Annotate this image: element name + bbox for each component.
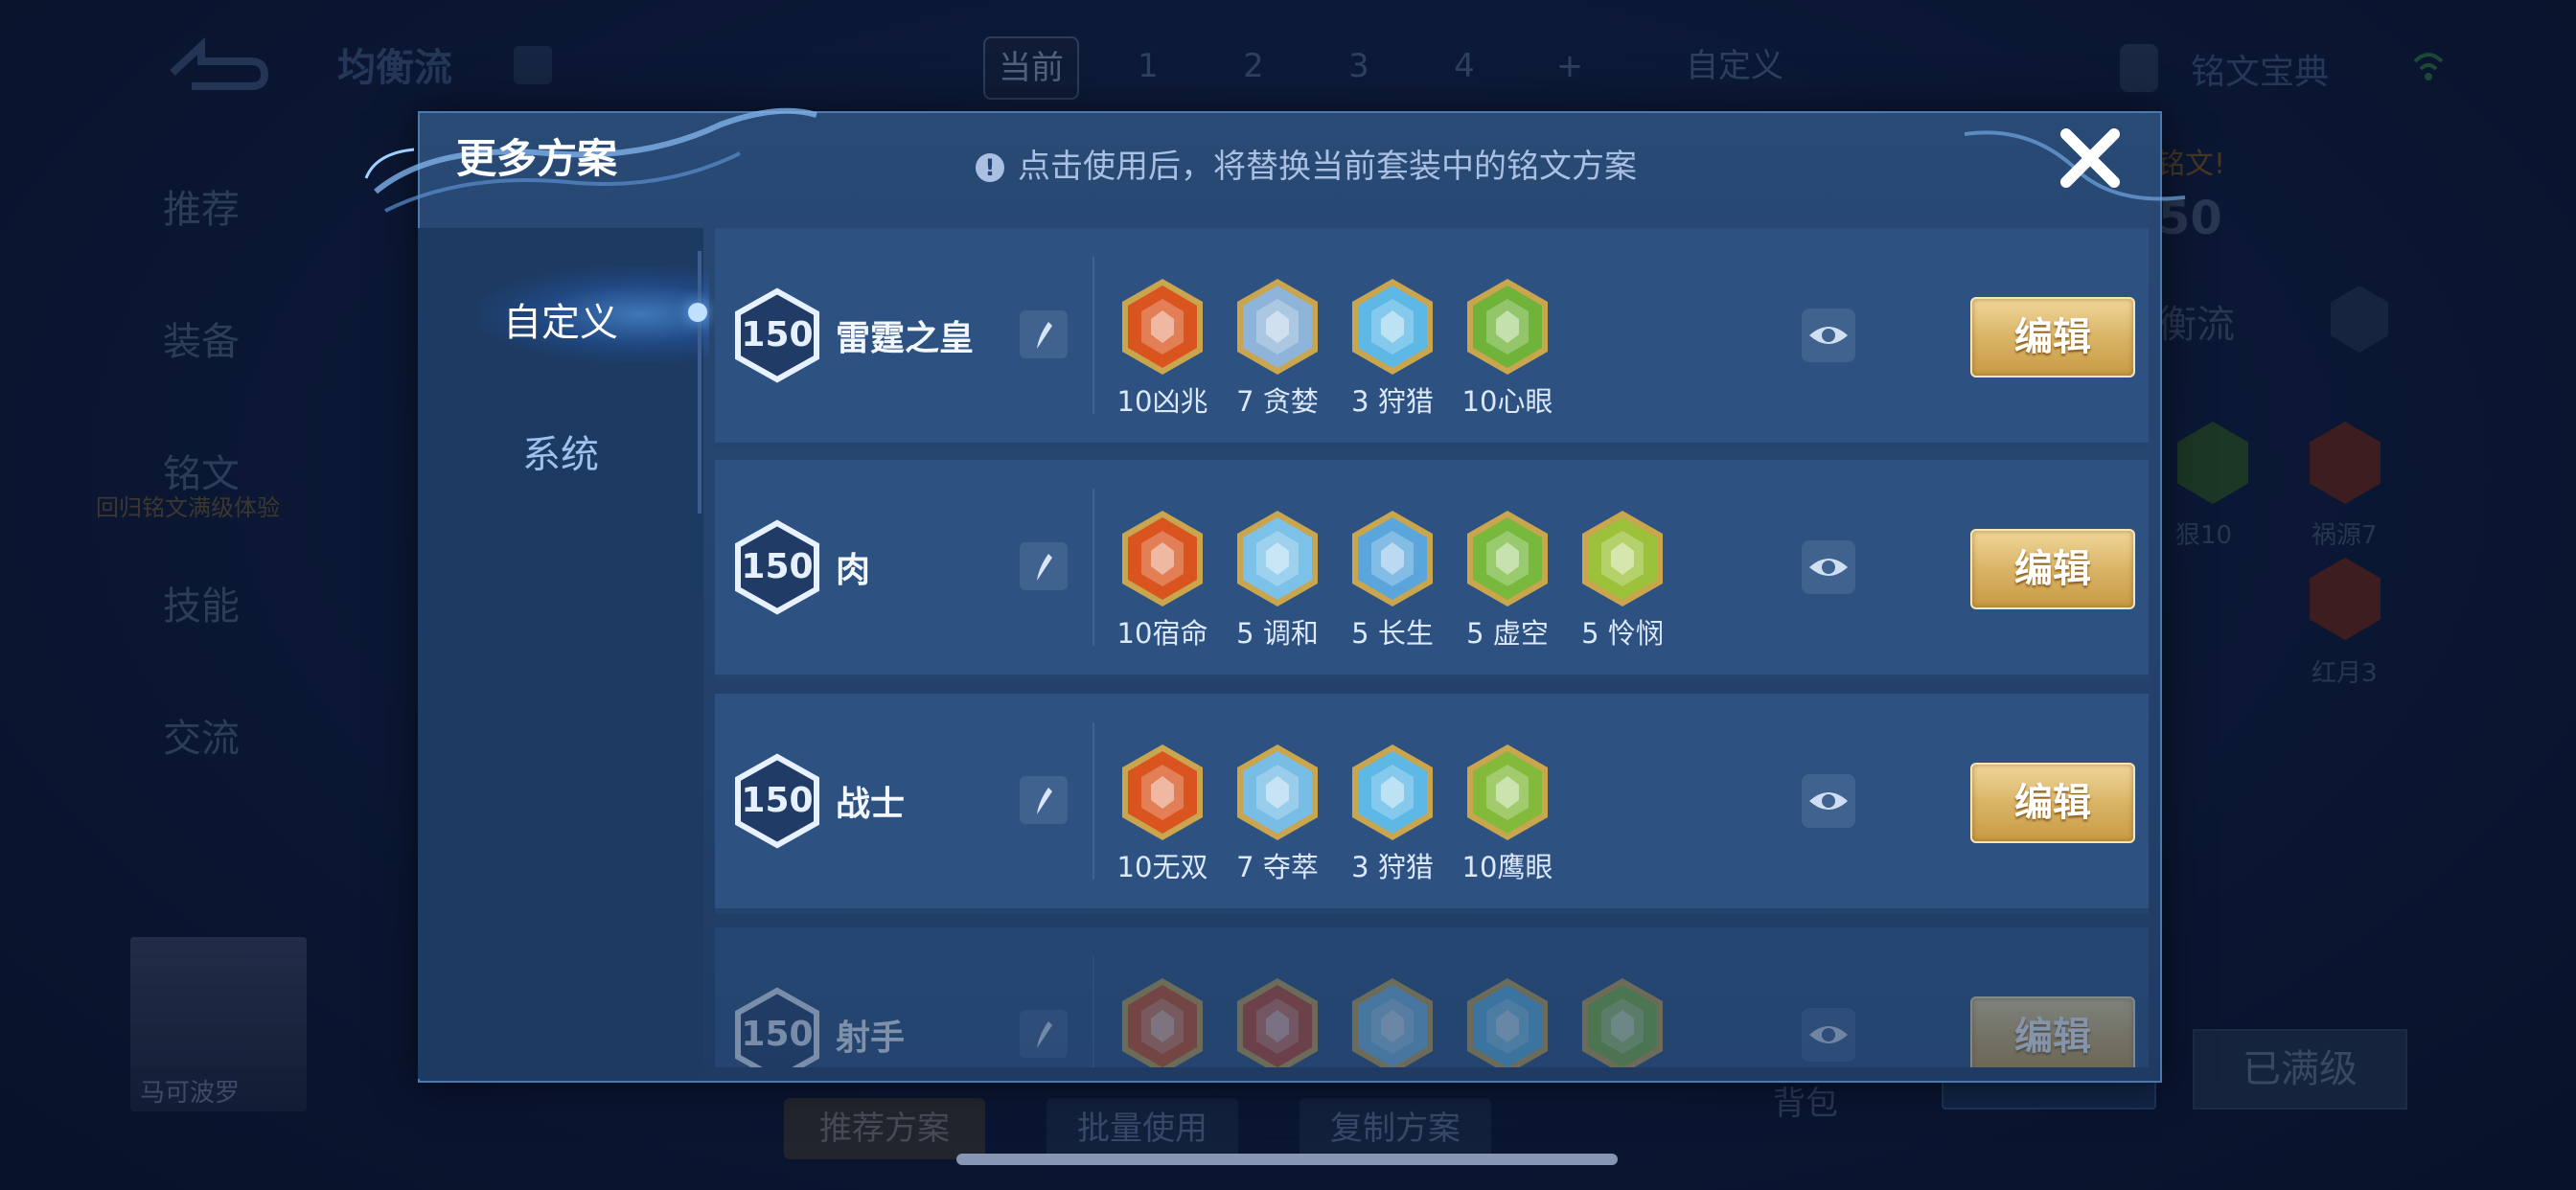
rune-label: 7 贪婪	[1236, 385, 1319, 418]
rune-gem-icon	[1352, 511, 1433, 606]
rune-item[interactable]	[1570, 975, 1675, 1067]
plan-level: 150	[741, 547, 814, 586]
row-divider	[1092, 956, 1094, 1067]
rune-label: 5 调和	[1236, 617, 1319, 650]
row-divider	[1092, 722, 1094, 880]
rune-gem-icon	[1582, 978, 1663, 1067]
eye-icon	[1809, 1026, 1848, 1043]
plan-name: 肉	[836, 551, 871, 590]
side-tab-system[interactable]: 系统	[418, 423, 703, 479]
rune-item[interactable]	[1340, 975, 1445, 1067]
plan-list[interactable]: 150 雷霆之皇 编辑 10凶兆 7 贪婪 3 狩猎 10心眼 150 肉 编辑…	[715, 228, 2149, 1067]
plan-name: 雷霆之皇	[836, 319, 975, 358]
plan-row[interactable]: 150 肉 编辑 10宿命 5 调和 5 长生 5 虚空 5 怜悯	[715, 460, 2149, 680]
plan-row[interactable]: 150 雷霆之皇 编辑 10凶兆 7 贪婪 3 狩猎 10心眼	[715, 228, 2149, 448]
pen-icon	[1037, 788, 1052, 814]
rune-item[interactable]	[1455, 975, 1560, 1067]
rune-gem-icon	[1122, 511, 1203, 606]
rune-label: 10凶兆	[1116, 385, 1208, 418]
rune-label: 10宿命	[1116, 617, 1208, 650]
eye-icon	[1809, 327, 1848, 344]
rune-item[interactable]: 3 狩猎	[1340, 276, 1445, 420]
pen-icon	[1037, 554, 1052, 581]
rune-label: 3 狩猎	[1351, 385, 1434, 418]
pen-icon	[1037, 322, 1052, 349]
rune-label: 5 虚空	[1466, 617, 1549, 650]
rune-item[interactable]	[1225, 975, 1330, 1067]
rune-item[interactable]: 3 狩猎	[1340, 742, 1445, 885]
rune-item[interactable]: 7 贪婪	[1225, 276, 1330, 420]
rune-gem-icon	[1352, 279, 1433, 375]
pen-icon	[1037, 1021, 1052, 1048]
eye-icon	[1809, 559, 1848, 576]
rename-button[interactable]	[1020, 1010, 1068, 1058]
rune-item[interactable]: 10宿命	[1110, 508, 1215, 652]
rune-gem-icon	[1122, 744, 1203, 840]
rune-gem-icon	[1237, 978, 1318, 1067]
rune-label: 10心眼	[1461, 385, 1553, 418]
rune-gem-icon	[1122, 279, 1203, 375]
side-tab-custom[interactable]: 自定义	[418, 291, 703, 347]
close-icon[interactable]	[2055, 123, 2126, 194]
row-divider	[1092, 257, 1094, 414]
plan-row[interactable]: 150 战士 编辑 10无双 7 夺萃 3 狩猎 10鹰眼	[715, 694, 2149, 914]
edit-button[interactable]: 编辑	[1970, 763, 2135, 843]
plan-row[interactable]: 150 射手 编辑	[715, 927, 2149, 1067]
plan-level: 150	[741, 315, 814, 355]
info-icon: !	[976, 153, 1004, 182]
rune-gem-icon	[1467, 511, 1548, 606]
notice-text: 点击使用后，将替换当前套装中的铭文方案	[1018, 148, 1637, 186]
rune-item[interactable]: 10心眼	[1455, 276, 1560, 420]
rune-gem-icon	[1122, 978, 1203, 1067]
rune-gem-icon	[1582, 511, 1663, 606]
preview-button[interactable]	[1802, 540, 1855, 594]
plan-level: 150	[741, 1015, 814, 1054]
rename-button[interactable]	[1020, 542, 1068, 590]
plan-level: 150	[741, 781, 814, 820]
rune-item[interactable]: 5 虚空	[1455, 508, 1560, 652]
preview-button[interactable]	[1802, 1008, 1855, 1062]
row-divider	[1092, 489, 1094, 646]
rune-item[interactable]: 10鹰眼	[1455, 742, 1560, 885]
rune-gem-icon	[1237, 511, 1318, 606]
rune-gem-icon	[1352, 978, 1433, 1067]
preview-button[interactable]	[1802, 774, 1855, 828]
rune-gem-icon	[1467, 279, 1548, 375]
rename-button[interactable]	[1020, 310, 1068, 358]
rune-label: 5 长生	[1351, 617, 1434, 650]
rune-label: 3 狩猎	[1351, 851, 1434, 883]
home-indicator[interactable]	[956, 1154, 1618, 1165]
rune-label: 10鹰眼	[1461, 851, 1553, 883]
rune-item[interactable]: 5 长生	[1340, 508, 1445, 652]
preview-button[interactable]	[1802, 309, 1855, 362]
rune-label: 5 怜悯	[1581, 617, 1664, 650]
eye-icon	[1809, 792, 1848, 810]
edit-button[interactable]: 编辑	[1970, 529, 2135, 609]
modal-title: 更多方案	[456, 135, 618, 182]
rune-item[interactable]: 5 调和	[1225, 508, 1330, 652]
rune-item[interactable]: 5 怜悯	[1570, 508, 1675, 652]
rename-button[interactable]	[1020, 776, 1068, 824]
modal-notice: ! 点击使用后，将替换当前套装中的铭文方案	[976, 140, 1637, 187]
rune-item[interactable]	[1110, 975, 1215, 1067]
edit-button[interactable]: 编辑	[1970, 297, 2135, 378]
plan-name: 射手	[836, 1018, 906, 1058]
rune-gem-icon	[1467, 744, 1548, 840]
rune-gem-icon	[1467, 978, 1548, 1067]
rune-item[interactable]: 7 夺萃	[1225, 742, 1330, 885]
rune-gem-icon	[1237, 744, 1318, 840]
plan-name: 战士	[836, 785, 906, 824]
rune-gem-icon	[1237, 279, 1318, 375]
rune-label: 7 夺萃	[1236, 851, 1319, 883]
edit-button[interactable]: 编辑	[1970, 996, 2135, 1067]
rune-label: 10无双	[1116, 851, 1208, 883]
rune-gem-icon	[1352, 744, 1433, 840]
rune-item[interactable]: 10凶兆	[1110, 276, 1215, 420]
rune-item[interactable]: 10无双	[1110, 742, 1215, 885]
